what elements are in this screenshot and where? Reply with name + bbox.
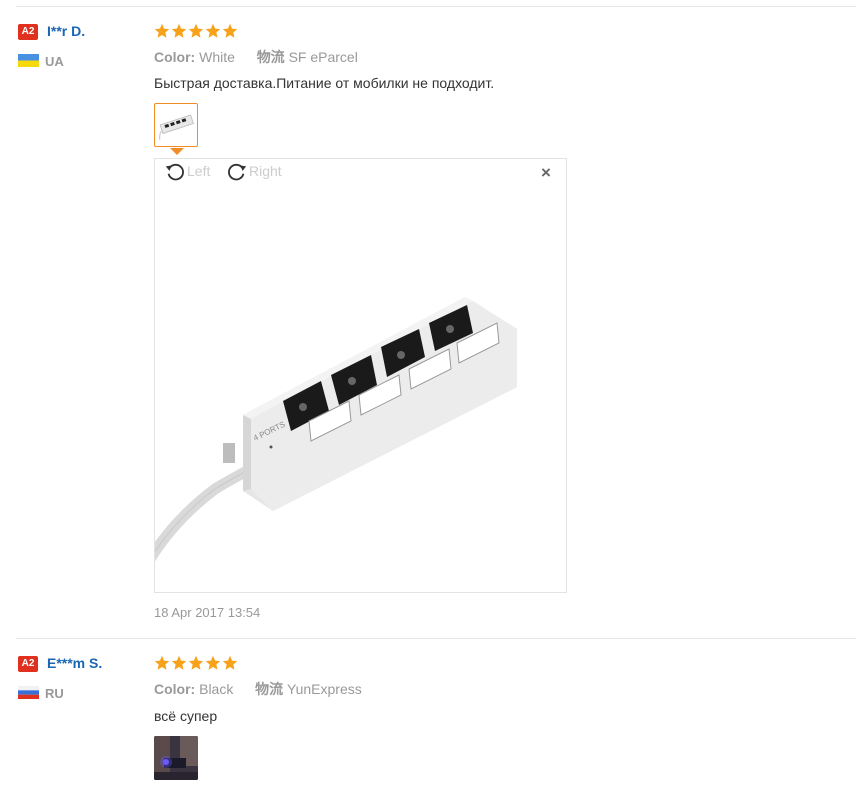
reviewer-country: UA <box>45 54 64 69</box>
star-icon <box>188 655 204 670</box>
rotate-left-button[interactable]: Left <box>164 160 210 182</box>
order-info: Color: White 物流 SF eParcel <box>154 47 358 67</box>
rotate-right-icon <box>228 163 247 181</box>
star-icon <box>188 23 204 38</box>
star-icon <box>205 655 221 670</box>
star-icon <box>171 23 187 38</box>
star-rating <box>154 23 238 39</box>
color-label: Color: <box>154 681 196 697</box>
usb-hub-thumbnail-image <box>158 114 194 140</box>
rotate-right-button[interactable]: Right <box>226 160 282 182</box>
star-icon <box>171 655 187 670</box>
shipping-value: SF eParcel <box>288 49 358 65</box>
color-value: White <box>199 49 235 65</box>
rotate-left-label: Left <box>187 163 211 179</box>
top-divider <box>16 6 856 7</box>
photo-thumbnail-image <box>154 736 198 780</box>
review-text: всё супер <box>154 708 218 724</box>
color-label: Color: <box>154 49 196 65</box>
review-photo-thumbnail[interactable] <box>154 736 198 780</box>
shipping-label: 物流 <box>255 681 284 697</box>
reviewer-name[interactable]: I**r D. <box>47 23 85 39</box>
review-divider <box>16 638 856 639</box>
close-viewer-button[interactable]: × <box>541 163 551 183</box>
star-icon <box>154 655 170 670</box>
ukraine-flag-icon <box>18 54 39 67</box>
thumbnail-pointer <box>170 148 184 155</box>
star-rating <box>154 655 238 671</box>
russia-flag-icon <box>18 686 39 699</box>
star-icon <box>154 23 170 38</box>
rotate-left-icon <box>165 163 184 181</box>
review-text: Быстрая доставка.Питание от мобилки не п… <box>154 75 495 91</box>
star-icon <box>222 655 238 670</box>
photo-viewer: 4 PORTS <box>154 158 567 593</box>
order-info: Color: Black 物流 YunExpress <box>154 679 362 699</box>
color-value: Black <box>199 681 234 697</box>
shipping-label: 物流 <box>256 49 285 65</box>
buyer-level-badge: A2 <box>18 656 38 672</box>
reviewer-country: RU <box>45 686 64 701</box>
review-photo-thumbnail[interactable] <box>154 103 198 147</box>
usb-hub-photo: 4 PORTS <box>155 297 517 562</box>
review-date: 18 Apr 2017 13:54 <box>154 605 261 620</box>
buyer-level-badge: A2 <box>18 24 38 40</box>
rotate-right-label: Right <box>249 163 282 179</box>
shipping-value: YunExpress <box>287 681 362 697</box>
reviewer-name[interactable]: E***m S. <box>47 655 102 671</box>
star-icon <box>222 23 238 38</box>
star-icon <box>205 23 221 38</box>
